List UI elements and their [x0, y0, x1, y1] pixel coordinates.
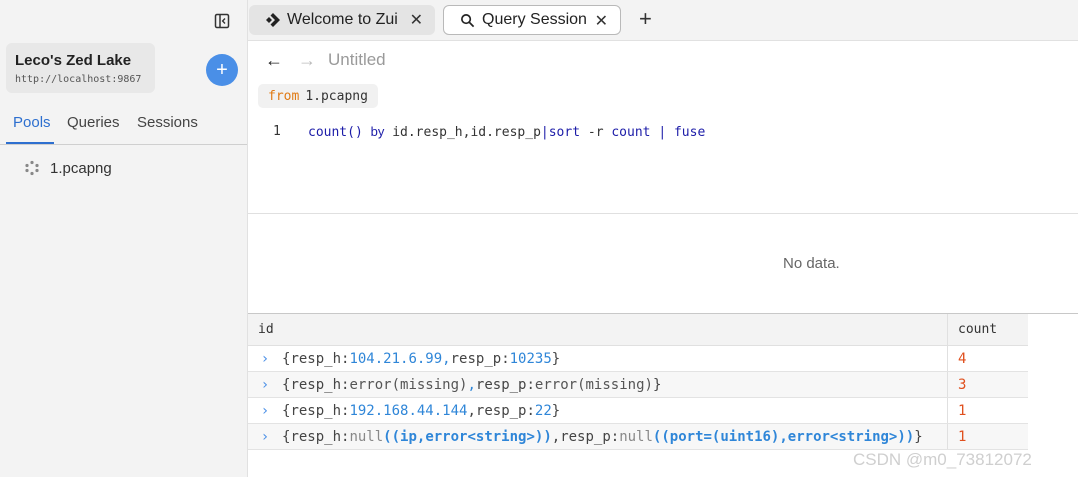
table-row[interactable]: › {resp_h: null ((ip,error<string>)), re…	[248, 424, 1028, 450]
lake-url: http://localhost:9867	[15, 74, 142, 85]
tab-query-session[interactable]: Query Session ✕	[443, 5, 621, 35]
forward-arrow-icon[interactable]: →	[298, 50, 316, 71]
chevron-right-icon[interactable]: ›	[248, 429, 282, 445]
tab-queries[interactable]: Queries	[67, 114, 120, 131]
code-sort: sort	[548, 125, 581, 140]
watermark: CSDN @m0_73812072	[853, 450, 1032, 469]
code-flag: -r	[587, 125, 604, 140]
count-cell: 1	[958, 428, 967, 445]
pool-item[interactable]: 1.pcapng	[24, 157, 112, 179]
sidebar-tabs: Pools Queries Sessions	[0, 112, 247, 145]
count-cell: 3	[958, 376, 967, 393]
chevron-right-icon[interactable]: ›	[248, 403, 282, 419]
tab-pools[interactable]: Pools	[13, 114, 51, 131]
add-pool-button[interactable]: +	[206, 54, 238, 86]
from-pool-chip[interactable]: from 1.pcapng	[258, 84, 378, 108]
tab-welcome[interactable]: Welcome to Zui ✕	[249, 5, 435, 35]
query-editor[interactable]: count() by id.resp_h,id.resp_p|sort -r c…	[308, 124, 705, 140]
sidebar-toggle-icon[interactable]	[212, 11, 232, 31]
count-cell: 1	[958, 402, 967, 419]
close-icon[interactable]: ✕	[595, 11, 608, 31]
empty-chart-message: No data.	[783, 255, 840, 272]
lake-name: Leco's Zed Lake	[15, 52, 132, 69]
code-fields: id.resp_h,id.resp_p	[392, 125, 541, 140]
code-pipe: |	[540, 125, 549, 140]
tab-sessions[interactable]: Sessions	[137, 114, 198, 131]
code-sort-field: count	[611, 125, 651, 140]
table-row[interactable]: › {resp_h: 192.168.44.144, resp_p: 22} 1	[248, 398, 1028, 424]
new-tab-plus-icon[interactable]: +	[639, 8, 652, 30]
count-cell: 4	[958, 350, 967, 367]
table-row[interactable]: › {resp_h: error(missing), resp_p: error…	[248, 372, 1028, 398]
back-arrow-icon[interactable]: ←	[265, 50, 283, 71]
pool-icon	[25, 160, 39, 176]
code-by: by	[370, 124, 385, 139]
active-tab-indicator	[6, 142, 54, 144]
tab-bar: Welcome to Zui ✕ Query Session ✕ +	[248, 0, 1078, 41]
lake-switcher[interactable]: Leco's Zed Lake http://localhost:9867	[6, 43, 155, 93]
query-title[interactable]: Untitled	[328, 50, 386, 70]
search-icon	[461, 13, 475, 27]
line-number: 1	[273, 124, 281, 139]
table-row[interactable]: › {resp_h: 104.21.6.99, resp_p: 10235} 4	[248, 346, 1028, 372]
code-fn: count()	[308, 125, 363, 140]
sidebar: Leco's Zed Lake http://localhost:9867 + …	[0, 0, 248, 477]
close-icon[interactable]: ✕	[410, 10, 423, 30]
pool-name: 1.pcapng	[50, 159, 112, 177]
tab-query-label: Query Session	[482, 11, 587, 28]
zui-logo-icon	[266, 13, 280, 27]
code-fuse: fuse	[673, 125, 706, 140]
tab-welcome-label: Welcome to Zui	[287, 11, 398, 28]
code-pipe: |	[658, 125, 667, 140]
column-header-count[interactable]: count	[948, 314, 1028, 346]
divider	[248, 213, 1078, 214]
chevron-right-icon[interactable]: ›	[248, 351, 282, 367]
chevron-right-icon[interactable]: ›	[248, 377, 282, 393]
from-pool-name: 1.pcapng	[305, 88, 368, 104]
from-keyword: from	[268, 88, 300, 104]
column-header-id[interactable]: id	[248, 314, 948, 346]
